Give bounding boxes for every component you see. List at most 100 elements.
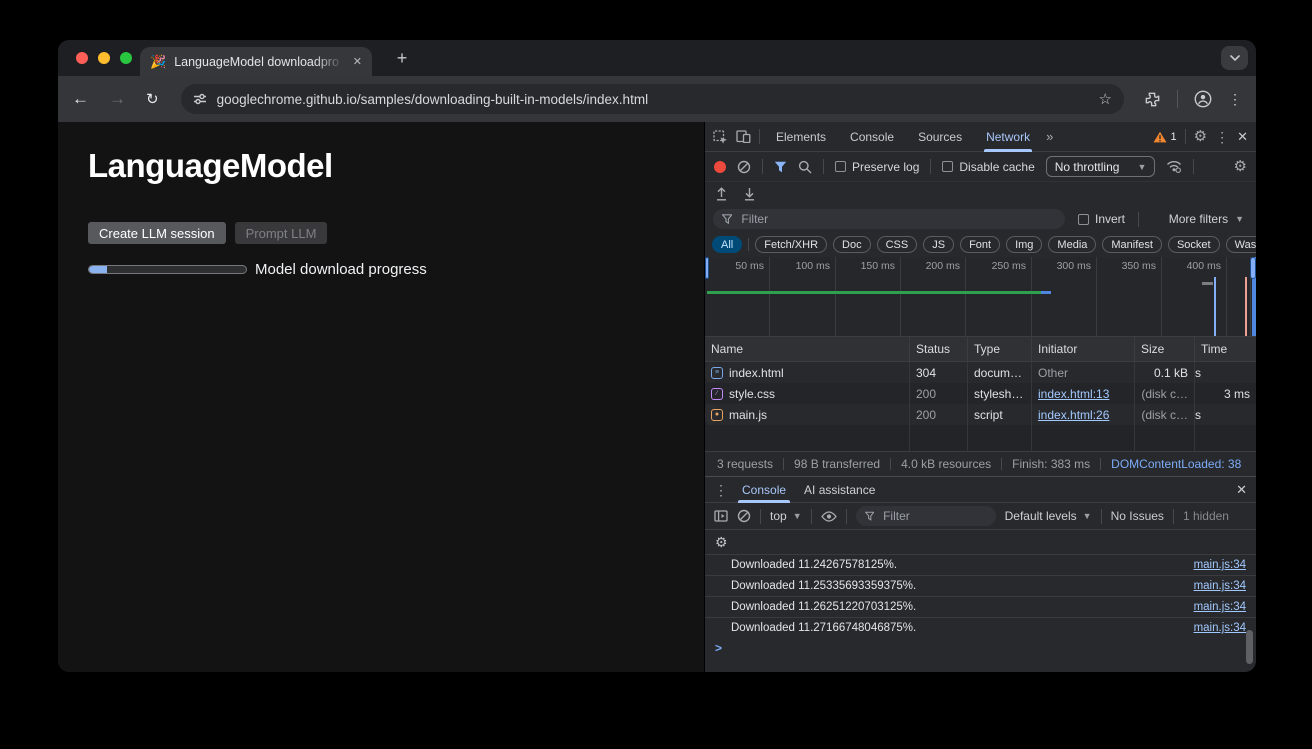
maximize-window-button[interactable] [120, 52, 132, 64]
chip-css[interactable]: CSS [877, 236, 918, 253]
throttling-dropdown[interactable]: No throttling ▼ [1046, 156, 1156, 177]
column-header-initiator[interactable]: Initiator [1032, 337, 1135, 361]
chip-img[interactable]: Img [1006, 236, 1042, 253]
reload-icon[interactable]: ↻ [146, 90, 159, 108]
extensions-puzzle-icon[interactable] [1144, 91, 1161, 108]
inspect-element-icon[interactable] [713, 130, 728, 144]
more-filters-dropdown[interactable]: More filters ▼ [1169, 212, 1248, 226]
browser-menu-kebab-icon[interactable]: ⋮ [1228, 92, 1242, 106]
tab-elements[interactable]: Elements [768, 122, 834, 152]
chip-wasm[interactable]: Wasm [1226, 236, 1256, 253]
site-settings-icon[interactable] [193, 92, 207, 106]
device-toolbar-icon[interactable] [736, 130, 751, 143]
bookmark-star-icon[interactable]: ☆ [1099, 90, 1112, 108]
network-filter-input-pill[interactable] [713, 209, 1065, 229]
drawer-tab-ai-assistance[interactable]: AI assistance [800, 477, 879, 503]
column-header-size[interactable]: Size [1135, 337, 1195, 361]
hidden-messages-count[interactable]: 1 hidden [1183, 509, 1229, 523]
drawer-close-icon[interactable]: ✕ [1236, 482, 1247, 498]
browser-tab[interactable]: 🎉 LanguageModel downloadpro ✕ [140, 47, 372, 76]
table-row[interactable]: ∕style.css 200 stylesh… index.html:13 (d… [705, 383, 1256, 404]
source-link[interactable]: main.js:34 [1194, 622, 1246, 634]
console-filter-input-pill[interactable] [856, 506, 996, 526]
console-filter-input[interactable] [881, 508, 987, 524]
console-message[interactable]: Downloaded 11.24267578125%. main.js:34 [705, 554, 1256, 575]
disable-cache-label: Disable cache [959, 160, 1034, 174]
drawer-menu-kebab-icon[interactable]: ⋮ [714, 483, 728, 497]
log-levels-dropdown[interactable]: Default levels ▼ [1005, 509, 1092, 523]
minimize-window-button[interactable] [98, 52, 110, 64]
profile-avatar-icon[interactable] [1194, 90, 1212, 108]
issues-warning[interactable]: 1 [1153, 131, 1177, 143]
script-file-icon: ● [711, 409, 723, 421]
column-header-time[interactable]: Time [1195, 337, 1256, 361]
column-header-name[interactable]: Name [705, 337, 910, 361]
document-file-icon: ≡ [711, 367, 723, 379]
search-icon[interactable] [798, 160, 812, 174]
forward-icon[interactable]: → [109, 89, 126, 109]
clear-network-log-icon[interactable] [737, 160, 751, 174]
chip-doc[interactable]: Doc [833, 236, 871, 253]
devtools-close-icon[interactable]: ✕ [1237, 129, 1248, 145]
console-prompt[interactable]: > [705, 638, 1256, 658]
table-row[interactable]: ≡index.html 304 docum… Other 0.1 kB 243 … [705, 362, 717, 383]
omnibox[interactable]: googlechrome.github.io/samples/downloadi… [181, 84, 1124, 114]
source-link[interactable]: main.js:34 [1194, 601, 1246, 613]
console-scrollbar-thumb[interactable] [1246, 630, 1253, 664]
preserve-log-checkbox[interactable]: Preserve log [835, 160, 919, 174]
request-type: stylesh… [968, 383, 1032, 404]
network-timeline-overview[interactable]: 50 ms 100 ms 150 ms 200 ms 250 ms 300 ms… [705, 257, 1256, 337]
clear-console-icon[interactable] [737, 509, 751, 523]
tab-search-chevron-button[interactable] [1221, 46, 1248, 70]
network-settings-gear-icon[interactable]: ⚙ [1234, 159, 1247, 174]
tab-console[interactable]: Console [842, 122, 902, 152]
funnel-icon [865, 511, 874, 521]
console-message[interactable]: Downloaded 11.25335693359375%. main.js:3… [705, 575, 1256, 596]
chip-socket[interactable]: Socket [1168, 236, 1220, 253]
import-har-icon[interactable] [715, 187, 728, 201]
checkbox-icon [1078, 214, 1089, 225]
table-row[interactable]: ●main.js 200 script index.html:26 (disk … [705, 404, 717, 425]
request-status: 304 [910, 362, 968, 383]
timeline-left-handle[interactable] [705, 257, 709, 279]
tab-close-icon[interactable]: ✕ [353, 55, 362, 68]
chip-manifest[interactable]: Manifest [1102, 236, 1162, 253]
record-network-log-icon[interactable] [714, 161, 726, 173]
new-tab-button[interactable]: + [390, 46, 414, 70]
filter-funnel-icon[interactable] [774, 161, 787, 173]
prompt-llm-button[interactable]: Prompt LLM [235, 222, 328, 244]
chip-fetch-xhr[interactable]: Fetch/XHR [755, 236, 827, 253]
chip-font[interactable]: Font [960, 236, 1000, 253]
chip-all[interactable]: All [712, 236, 742, 253]
execution-context-dropdown[interactable]: top ▼ [770, 509, 802, 523]
no-issues-label[interactable]: No Issues [1111, 509, 1164, 523]
devtools-settings-gear-icon[interactable]: ⚙ [1194, 129, 1207, 144]
initiator-link[interactable]: index.html:26 [1038, 408, 1109, 422]
console-message[interactable]: Downloaded 11.26251220703125%. main.js:3… [705, 596, 1256, 617]
source-link[interactable]: main.js:34 [1194, 580, 1246, 592]
initiator-link[interactable]: index.html:13 [1038, 387, 1109, 401]
console-message[interactable]: Downloaded 11.27166748046875%. main.js:3… [705, 617, 1256, 638]
console-sidebar-toggle-icon[interactable] [714, 510, 728, 522]
timeline-right-handle-cap[interactable] [1250, 257, 1256, 279]
console-settings-gear-icon[interactable]: ⚙ [715, 535, 728, 549]
devtools-menu-kebab-icon[interactable]: ⋮ [1215, 130, 1229, 144]
invert-checkbox[interactable]: Invert [1078, 212, 1125, 226]
back-icon[interactable]: ← [72, 89, 89, 109]
close-window-button[interactable] [76, 52, 88, 64]
network-conditions-icon[interactable] [1166, 160, 1182, 173]
create-llm-session-button[interactable]: Create LLM session [88, 222, 226, 244]
live-expression-eye-icon[interactable] [821, 511, 837, 522]
more-tabs-icon[interactable]: » [1046, 129, 1053, 144]
network-filter-input[interactable] [739, 211, 1056, 227]
column-header-type[interactable]: Type [968, 337, 1032, 361]
source-link[interactable]: main.js:34 [1194, 559, 1246, 571]
chip-media[interactable]: Media [1048, 236, 1096, 253]
column-header-status[interactable]: Status [910, 337, 968, 361]
export-har-icon[interactable] [743, 187, 756, 201]
disable-cache-checkbox[interactable]: Disable cache [942, 160, 1034, 174]
tab-network[interactable]: Network [978, 122, 1038, 152]
drawer-tab-console[interactable]: Console [738, 477, 790, 503]
tab-sources[interactable]: Sources [910, 122, 970, 152]
chip-js[interactable]: JS [923, 236, 954, 253]
